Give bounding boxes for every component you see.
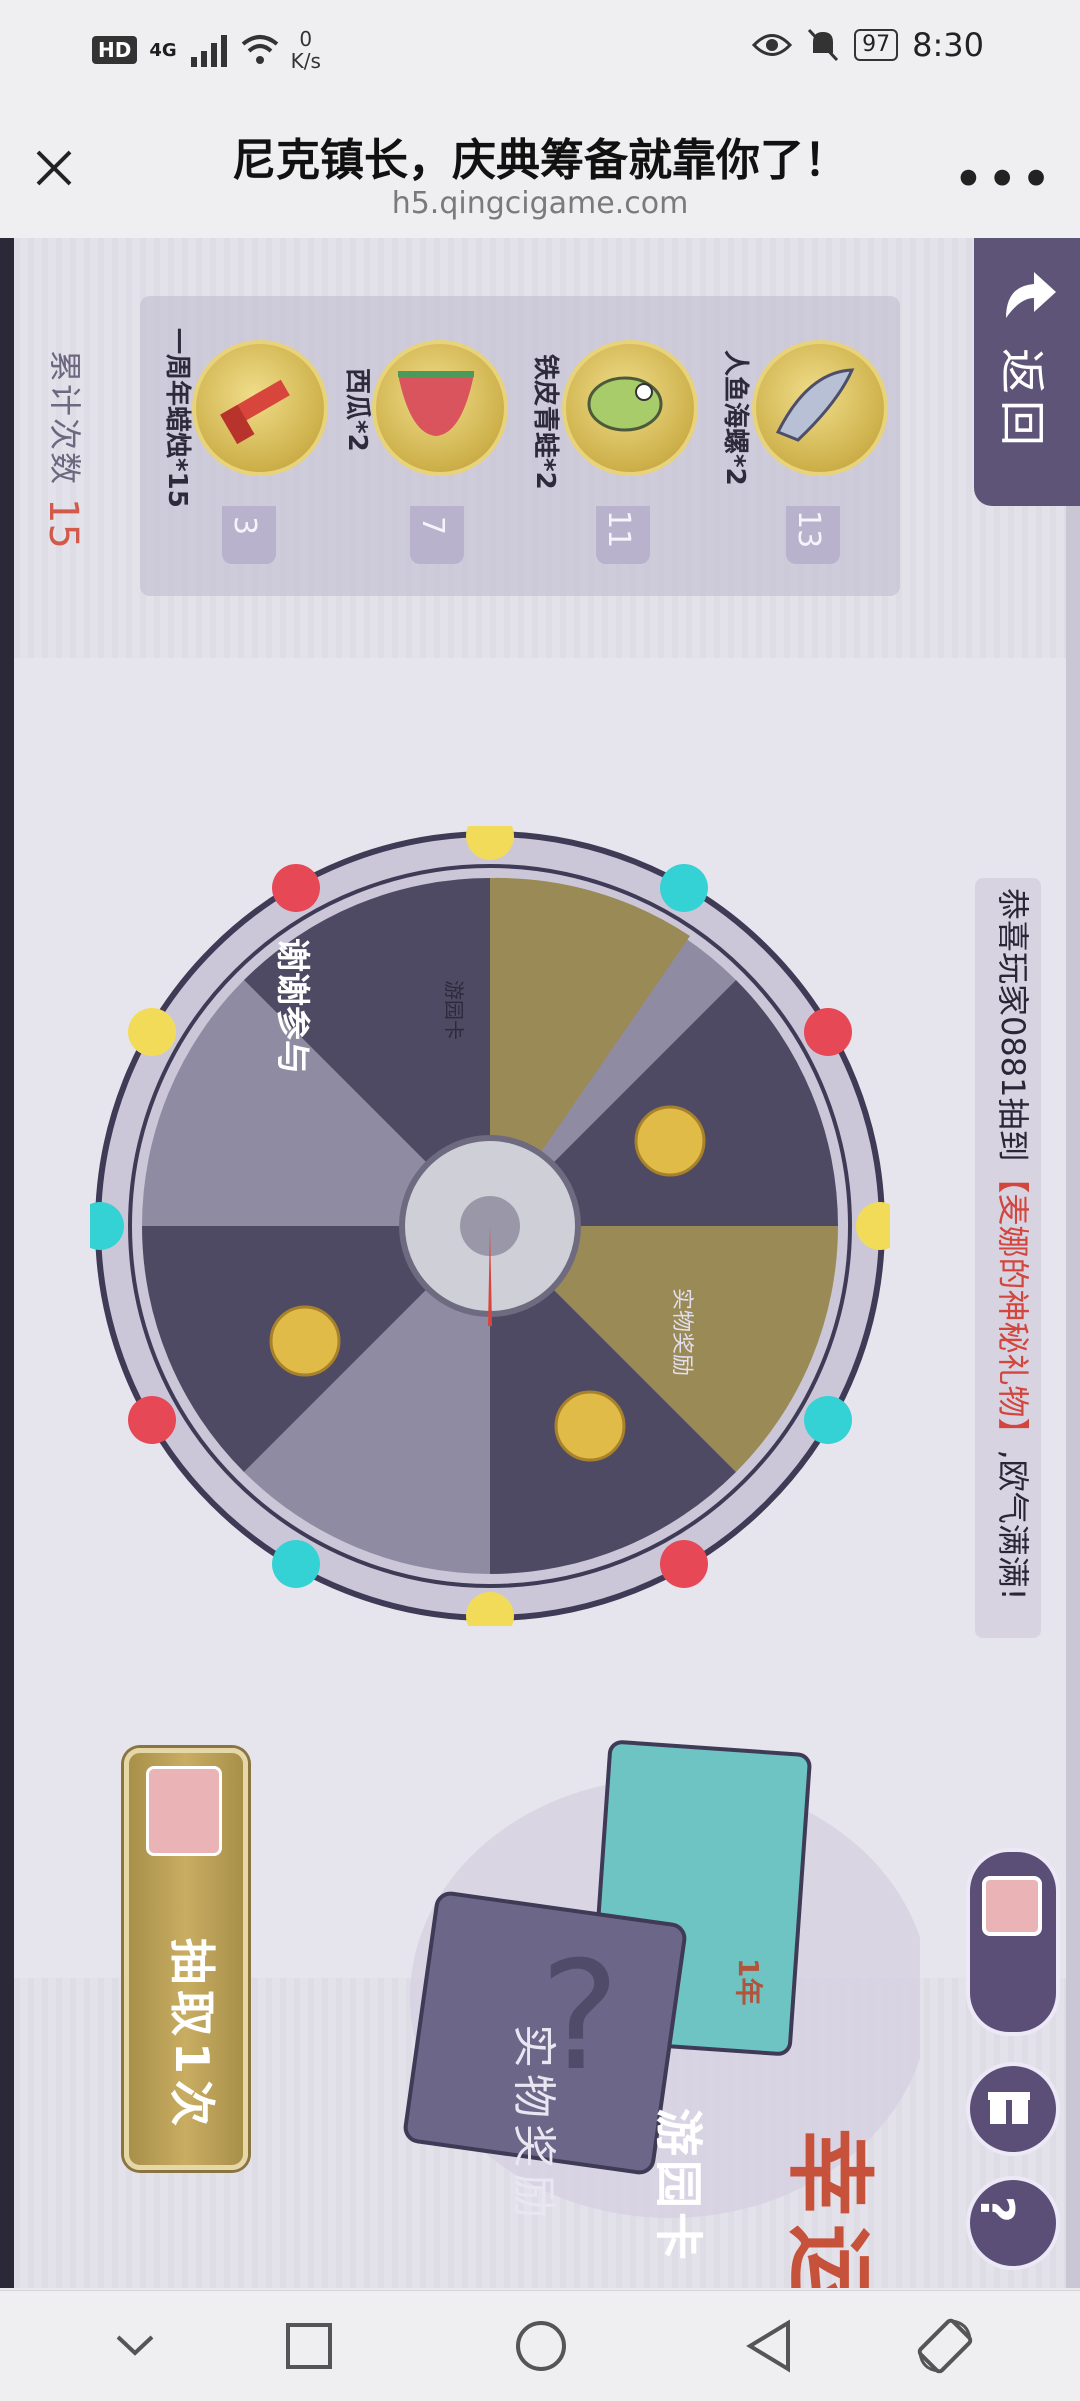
ticker-prefix: 恭喜玩家0881抽到	[994, 888, 1032, 1162]
signal-icon	[190, 35, 227, 67]
battery-indicator: 97	[854, 29, 899, 61]
help-button[interactable]	[966, 2176, 1060, 2270]
clock: 8:30	[912, 26, 984, 64]
network-label: 4G	[149, 39, 177, 61]
segment-thanks-label: 谢谢参与	[272, 938, 312, 1074]
recent-apps-icon[interactable]	[282, 2319, 336, 2373]
system-navbar	[0, 2290, 1080, 2401]
ticket-icon	[146, 1766, 222, 1856]
milestone-3-count: 11	[601, 510, 636, 549]
banner-box-title: 实物奖励	[508, 2024, 559, 2224]
home-icon[interactable]	[512, 2317, 570, 2375]
milestone-1-count: 3	[227, 516, 262, 536]
milestone-2-label: 西瓜*2	[342, 368, 372, 452]
status-bar: HD 4G 0 K/s 97 8:30	[0, 0, 1080, 110]
chevron-down-icon[interactable]	[110, 2325, 160, 2365]
milestone-2-count: 7	[415, 516, 450, 536]
right-edge	[1066, 238, 1080, 2288]
cumulative-value: 15	[40, 498, 86, 549]
prize-wheel[interactable]	[90, 826, 890, 1626]
help-icon: ?	[970, 2196, 1024, 2223]
status-right: 97 8:30	[752, 26, 984, 64]
eye-icon	[752, 34, 793, 56]
status-left: HD 4G 0 K/s	[92, 28, 321, 72]
grand-prize-title: 幸运大奖	[773, 2128, 900, 2288]
banner-card-title: 游园卡	[650, 2108, 706, 2265]
segment-park-card-label: 游园卡	[442, 980, 466, 1040]
tin-frog-icon	[587, 376, 663, 432]
banner-card-badge: 1年	[732, 1958, 765, 2006]
milestone-3-label: 铁皮青蛙*2	[530, 354, 560, 490]
browser-titlebar: 尼克镇长，庆典筹备就靠你了！ h5.qingcigame.com •••	[0, 110, 1080, 239]
ticker-prize: 【麦娜的神秘礼物】	[994, 1161, 1032, 1450]
milestone-4-count: 13	[791, 510, 826, 549]
back-icon[interactable]	[742, 2317, 796, 2375]
segment-box-label: 实物奖励	[669, 1288, 694, 1377]
milestone-4-label: 人鱼海螺*2	[720, 350, 750, 486]
back-arrow-icon	[1006, 272, 1056, 318]
cumulative-label: 累计次数	[46, 350, 84, 487]
net-speed: 0 K/s	[291, 28, 321, 72]
net-speed-unit: K/s	[290, 49, 321, 73]
more-options-button[interactable]: •••	[952, 148, 1054, 211]
page-url: h5.qingcigame.com	[391, 186, 689, 221]
mute-bell-icon	[808, 28, 839, 62]
watermelon-icon	[398, 371, 474, 436]
page-title: 尼克镇长，庆典筹备就靠你了！	[232, 135, 848, 186]
game-canvas: 返回 一周年蜡烛*15 3 西瓜*2 7 铁皮青蛙*2 11 人鱼海螺*2 13…	[0, 238, 1080, 2288]
wifi-icon	[241, 35, 278, 64]
conch-shell-icon	[775, 368, 855, 442]
candle-icon	[220, 379, 290, 445]
winner-ticker: 恭喜玩家0881抽到【麦娜的神秘礼物】,欧气满满!	[992, 888, 1038, 1600]
draw-once-label: 抽取1次	[165, 1938, 219, 2133]
gift-icon	[988, 2092, 1030, 2124]
left-edge	[0, 238, 14, 2288]
milestone-1-label: 一周年蜡烛*15	[162, 328, 192, 508]
back-label: 返回	[995, 348, 1049, 452]
ticker-suffix: ,欧气满满!	[994, 1449, 1032, 1601]
close-icon[interactable]	[30, 144, 78, 192]
ticket-small-icon	[982, 1876, 1042, 1936]
hd-badge: HD	[92, 36, 138, 64]
net-speed-value: 0	[299, 27, 313, 51]
rotate-screen-icon[interactable]	[912, 2313, 978, 2379]
